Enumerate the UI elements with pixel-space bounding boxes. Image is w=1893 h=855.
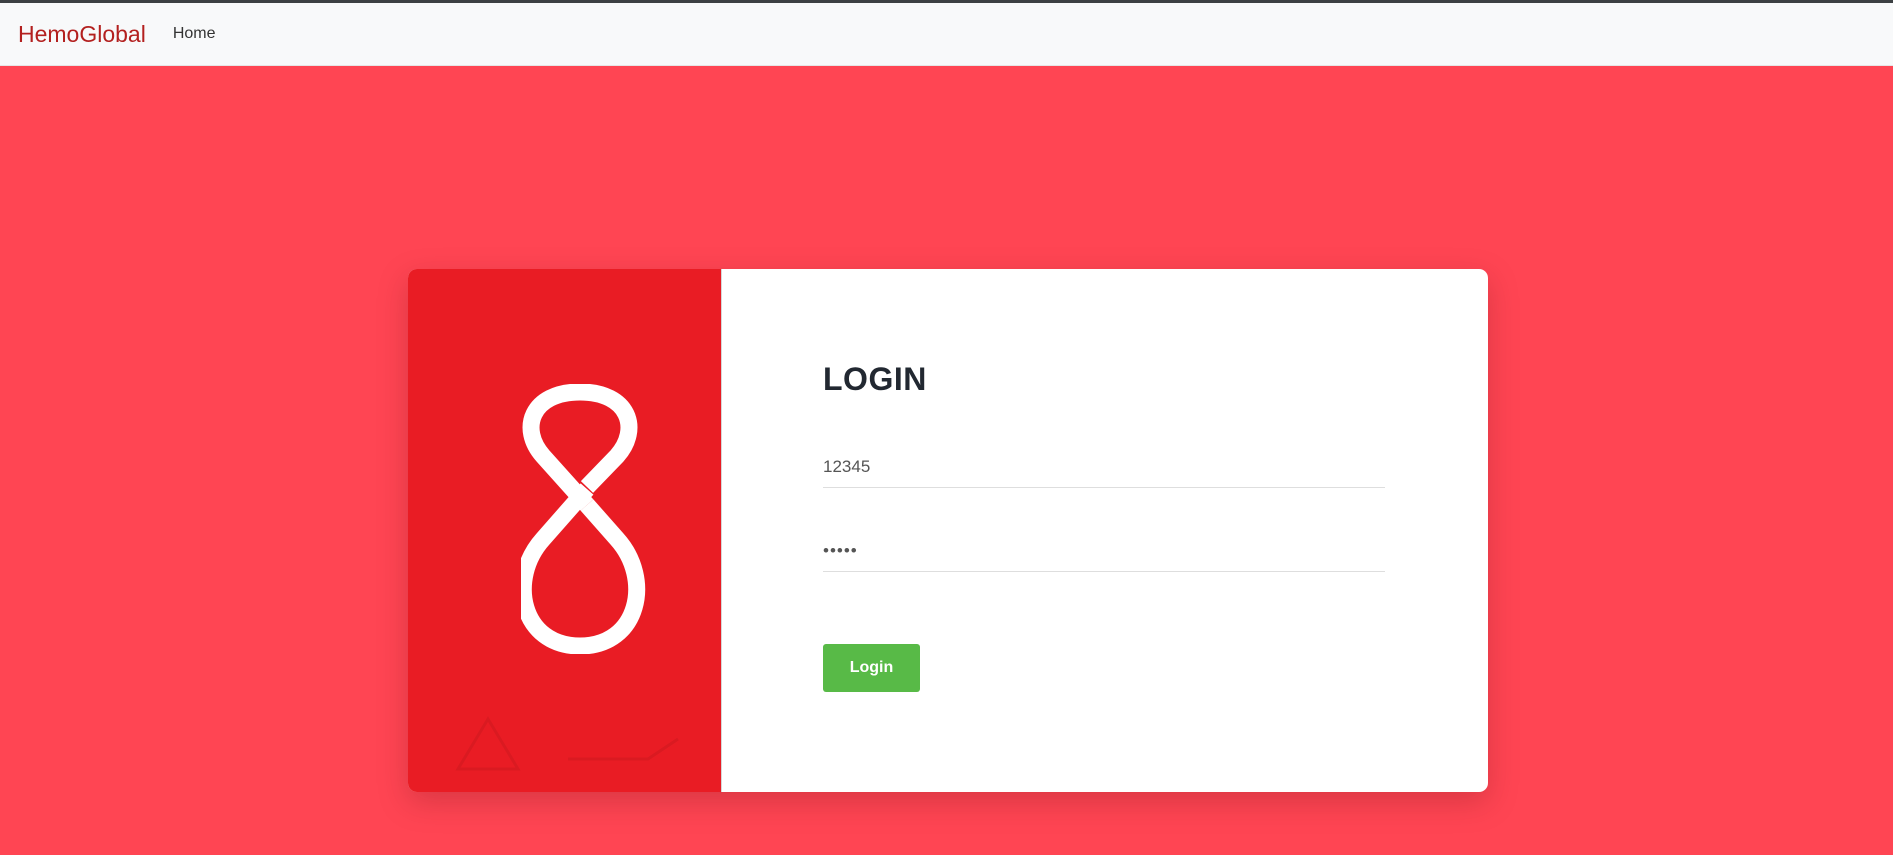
brand-logo-link[interactable]: HemoGlobal [18, 21, 146, 48]
navbar: HemoGlobal Home [0, 3, 1893, 66]
login-card: LOGIN Login [408, 269, 1488, 792]
infinity-ribbon-icon [521, 384, 646, 654]
nav-link-home[interactable]: Home [173, 25, 216, 43]
login-card-image-panel [408, 269, 722, 792]
login-button[interactable]: Login [823, 644, 920, 692]
login-form-panel: LOGIN Login [722, 269, 1488, 792]
password-input[interactable] [823, 530, 1385, 572]
login-title: LOGIN [823, 361, 927, 397]
username-input[interactable] [823, 446, 1385, 488]
panel-watermark [455, 716, 679, 771]
